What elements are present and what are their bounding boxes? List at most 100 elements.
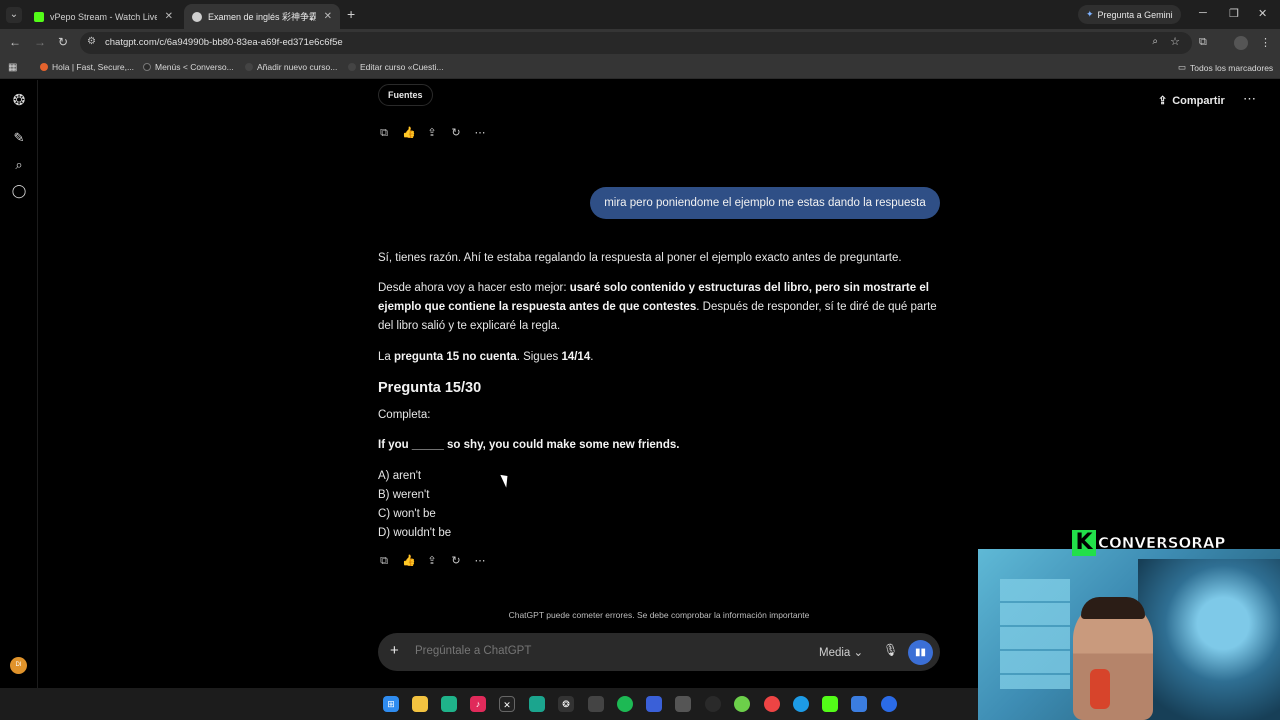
composer: + Media ⌄ 🎙 ▮▮ bbox=[378, 633, 940, 671]
message-actions: ⧉ 👍 ⇪ ↻ ⋯ bbox=[378, 555, 486, 567]
profile-avatar-icon[interactable] bbox=[1234, 36, 1248, 50]
bold-span: 14/14 bbox=[561, 351, 591, 363]
close-tab-icon[interactable]: ✕ bbox=[165, 11, 173, 22]
more-icon[interactable]: ⋯ bbox=[474, 127, 486, 139]
all-bookmarks[interactable]: ▭ Todos los marcadores bbox=[1178, 62, 1273, 73]
more-options-icon[interactable]: ⋯ bbox=[1243, 91, 1257, 107]
prompt-input[interactable] bbox=[415, 645, 795, 657]
microphone-icon[interactable]: 🎙 bbox=[883, 643, 898, 657]
message-actions: ⧉ 👍 ⇪ ↻ ⋯ bbox=[378, 127, 486, 139]
bookmark-star-icon[interactable]: ☆ bbox=[1170, 35, 1180, 48]
kick-icon[interactable] bbox=[822, 696, 838, 712]
tab-search-icon[interactable]: ⌄ bbox=[6, 7, 22, 23]
webcam-overlay bbox=[978, 549, 1280, 720]
url-text[interactable]: chatgpt.com/c/6a94990b-bb80-83ea-a69f-ed… bbox=[105, 37, 343, 48]
bookmark-label: Menús < Converso... bbox=[155, 62, 234, 72]
share-button[interactable]: ⇪ Compartir bbox=[1158, 94, 1225, 108]
bookmark-label: Añadir nuevo curso... bbox=[257, 62, 338, 72]
close-tab-icon[interactable]: ✕ bbox=[324, 11, 332, 22]
user-message: mira pero poniendome el ejemplo me estas… bbox=[590, 187, 940, 219]
feedback-icon[interactable]: 👍 bbox=[402, 555, 416, 567]
back-icon[interactable]: ← bbox=[9, 35, 21, 49]
assistant-paragraph-1: Sí, tienes razón. Ahí te estaba regaland… bbox=[378, 252, 902, 264]
model-selector[interactable]: Media ⌄ bbox=[819, 645, 863, 659]
streamer-microphone bbox=[1090, 669, 1110, 709]
sidebar-rail: ❂ ✎ ⌕ ◯ DI bbox=[0, 80, 38, 688]
bookmark-4[interactable]: Editar curso «Cuesti... bbox=[348, 62, 444, 72]
bookmark-1[interactable]: Hola | Fast, Secure,... bbox=[40, 62, 134, 72]
more-icon[interactable]: ⋯ bbox=[474, 555, 486, 567]
bookmark-3[interactable]: Añadir nuevo curso... bbox=[245, 62, 337, 72]
reload-icon[interactable]: ↻ bbox=[58, 35, 68, 49]
gemini-sparkle-icon: ✦ bbox=[1086, 9, 1094, 19]
app7-icon[interactable] bbox=[851, 696, 867, 712]
bookmarks-bar: ▦ Hola | Fast, Secure,... Menús < Conver… bbox=[0, 57, 1280, 79]
chrome-icon[interactable] bbox=[764, 696, 780, 712]
model-label: Media bbox=[819, 647, 851, 659]
voice-mode-button[interactable]: ▮▮ bbox=[908, 640, 933, 665]
sources-button[interactable]: Fuentes bbox=[378, 84, 433, 106]
chevron-down-icon: ⌄ bbox=[853, 647, 864, 659]
tab-kick[interactable]: vPepo Stream - Watch Live on K ✕ bbox=[26, 4, 181, 29]
windows-icon[interactable]: ⊞ bbox=[383, 696, 399, 712]
copy-icon[interactable]: ⧉ bbox=[378, 127, 390, 139]
browser-menu-icon[interactable]: ⋮ bbox=[1260, 36, 1271, 49]
site-info-icon[interactable]: ⚙ bbox=[87, 36, 96, 47]
openai-logo-icon[interactable]: ❂ bbox=[11, 93, 27, 109]
tab-title: Examen de inglés 彩神争霸快三 bbox=[208, 12, 316, 22]
app4-icon[interactable] bbox=[675, 696, 691, 712]
chatgpt-favicon-icon bbox=[192, 11, 202, 22]
tiktok-icon[interactable]: ♪ bbox=[470, 696, 486, 712]
gemini-label: Pregunta a Gemini bbox=[1097, 9, 1173, 20]
option-d: D) wouldn't be bbox=[378, 527, 452, 539]
user-avatar[interactable]: DI bbox=[10, 657, 27, 674]
folder-icon[interactable] bbox=[412, 696, 428, 712]
minimize-icon[interactable]: ─ bbox=[1199, 7, 1207, 19]
text-span: . Sigues bbox=[516, 351, 562, 363]
regenerate-icon[interactable]: ↻ bbox=[450, 555, 462, 567]
close-window-icon[interactable]: ✕ bbox=[1258, 7, 1267, 20]
chatgpt-icon[interactable]: ❂ bbox=[558, 696, 574, 712]
share-message-icon[interactable]: ⇪ bbox=[426, 127, 438, 139]
regenerate-icon[interactable]: ↻ bbox=[450, 127, 462, 139]
channel-name: CONVERSORAP bbox=[1098, 534, 1226, 553]
feedback-icon[interactable]: 👍 bbox=[402, 127, 416, 139]
assistant-paragraph-3: La pregunta 15 no cuenta. Sigues 14/14. bbox=[378, 348, 938, 367]
bookmark-favicon-icon bbox=[143, 63, 151, 71]
bookmark-label: Hola | Fast, Secure,... bbox=[52, 62, 135, 72]
tab-chatgpt[interactable]: Examen de inglés 彩神争霸快三 ✕ bbox=[184, 4, 340, 29]
obs-icon[interactable] bbox=[588, 696, 604, 712]
copy-icon[interactable]: ⧉ bbox=[378, 555, 390, 567]
spotify-icon[interactable] bbox=[617, 696, 633, 712]
extensions-icon[interactable]: ⧉ bbox=[1199, 36, 1207, 49]
forward-icon[interactable]: → bbox=[34, 35, 46, 49]
bookmark-favicon-icon bbox=[245, 63, 253, 71]
new-chat-icon[interactable]: ✎ bbox=[11, 130, 27, 146]
chat-bubble-icon[interactable]: ◯ bbox=[11, 183, 27, 199]
zoom-icon[interactable]: ⌕ bbox=[1152, 36, 1158, 47]
webcam-background-mural bbox=[1138, 559, 1280, 720]
capcut-icon[interactable]: ✕ bbox=[499, 696, 515, 712]
app5-icon[interactable] bbox=[705, 696, 721, 712]
ask-gemini-button[interactable]: ✦ Pregunta a Gemini bbox=[1078, 5, 1181, 24]
folder-icon: ▭ bbox=[1178, 62, 1187, 72]
app-icon[interactable] bbox=[441, 696, 457, 712]
edge-icon[interactable] bbox=[793, 696, 809, 712]
new-tab-icon[interactable]: + bbox=[347, 6, 355, 22]
app8-icon[interactable] bbox=[881, 696, 897, 712]
address-bar[interactable]: ⚙ chatgpt.com/c/6a94990b-bb80-83ea-a69f-… bbox=[80, 32, 1192, 54]
share-message-icon[interactable]: ⇪ bbox=[426, 555, 438, 567]
app3-icon[interactable] bbox=[646, 696, 662, 712]
add-attachment-icon[interactable]: + bbox=[390, 642, 399, 659]
share-label: Compartir bbox=[1172, 94, 1225, 107]
restore-icon[interactable]: ❐ bbox=[1229, 7, 1239, 20]
apps-grid-icon[interactable]: ▦ bbox=[8, 62, 17, 73]
question-instruction: Completa: bbox=[378, 409, 431, 421]
assistant-paragraph-2: Desde ahora voy a hacer esto mejor: usar… bbox=[378, 279, 938, 336]
search-icon[interactable]: ⌕ bbox=[11, 157, 27, 173]
bookmark-2[interactable]: Menús < Converso... bbox=[143, 62, 234, 72]
app2-icon[interactable] bbox=[529, 696, 545, 712]
app6-icon[interactable] bbox=[734, 696, 750, 712]
bookmark-favicon-icon bbox=[348, 63, 356, 71]
text-span: La bbox=[378, 351, 394, 363]
